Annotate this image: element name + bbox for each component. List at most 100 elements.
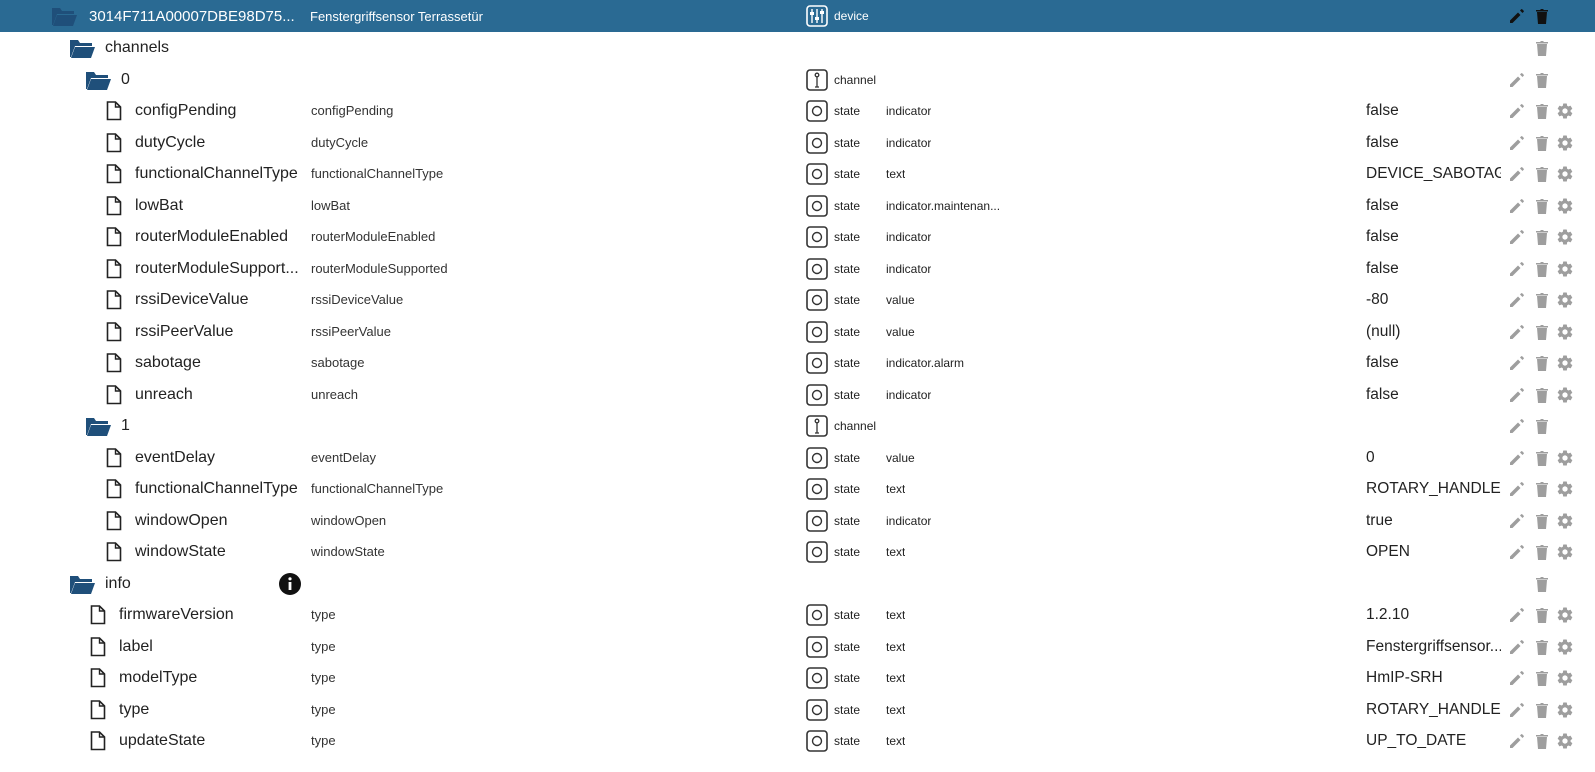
state-value[interactable]: ROTARY_HANDLE...: [1366, 479, 1501, 499]
gear-icon[interactable]: [1556, 638, 1574, 656]
gear-icon[interactable]: [1556, 197, 1574, 215]
edit-icon[interactable]: [1508, 480, 1526, 498]
gear-icon[interactable]: [1556, 606, 1574, 624]
state-value[interactable]: 0: [1366, 448, 1375, 468]
gear-icon[interactable]: [1556, 260, 1574, 278]
state-value[interactable]: false: [1366, 196, 1399, 216]
tree-row[interactable]: windowOpen windowOpen state indicator true: [0, 505, 1595, 537]
edit-icon[interactable]: [1508, 512, 1526, 530]
state-value[interactable]: false: [1366, 101, 1399, 121]
delete-icon[interactable]: [1533, 575, 1551, 593]
delete-icon[interactable]: [1533, 386, 1551, 404]
edit-icon[interactable]: [1508, 102, 1526, 120]
tree-row[interactable]: lowBat lowBat state indicator.maintenan... f…: [0, 190, 1595, 222]
delete-icon[interactable]: [1533, 260, 1551, 278]
tree-row[interactable]: type type state text ROTARY_HANDLE...: [0, 694, 1595, 726]
delete-icon[interactable]: [1533, 323, 1551, 341]
edit-icon[interactable]: [1508, 638, 1526, 656]
gear-icon[interactable]: [1556, 701, 1574, 719]
edit-icon[interactable]: [1508, 386, 1526, 404]
gear-icon[interactable]: [1556, 354, 1574, 372]
delete-icon[interactable]: [1533, 701, 1551, 719]
delete-icon[interactable]: [1533, 512, 1551, 530]
folder-open-icon[interactable]: [68, 572, 96, 596]
tree-row[interactable]: label type state text Fenstergriffsensor...: [0, 631, 1595, 663]
delete-icon[interactable]: [1533, 732, 1551, 750]
edit-icon[interactable]: [1508, 197, 1526, 215]
gear-icon[interactable]: [1556, 512, 1574, 530]
edit-icon[interactable]: [1508, 7, 1526, 25]
tree-row[interactable]: routerModuleSupport... routerModuleSuppor…: [0, 253, 1595, 285]
tree-row[interactable]: modelType type state text HmIP-SRH: [0, 662, 1595, 694]
delete-icon[interactable]: [1533, 228, 1551, 246]
tree-row[interactable]: channels: [0, 32, 1595, 64]
state-value[interactable]: false: [1366, 385, 1399, 405]
tree-row[interactable]: configPending configPending state indicator…: [0, 95, 1595, 127]
edit-icon[interactable]: [1508, 71, 1526, 89]
delete-icon[interactable]: [1533, 39, 1551, 57]
delete-icon[interactable]: [1533, 480, 1551, 498]
edit-icon[interactable]: [1508, 354, 1526, 372]
delete-icon[interactable]: [1533, 134, 1551, 152]
delete-icon[interactable]: [1533, 165, 1551, 183]
tree-row[interactable]: 1 channel: [0, 410, 1595, 442]
tree-row[interactable]: windowState windowState state text OPEN: [0, 536, 1595, 568]
delete-icon[interactable]: [1533, 71, 1551, 89]
gear-icon[interactable]: [1556, 228, 1574, 246]
tree-row[interactable]: eventDelay eventDelay state value 0: [0, 442, 1595, 474]
tree-row[interactable]: dutyCycle dutyCycle state indicator false: [0, 127, 1595, 159]
edit-icon[interactable]: [1508, 669, 1526, 687]
state-value[interactable]: 1.2.10: [1366, 605, 1409, 625]
state-value[interactable]: true: [1366, 511, 1393, 531]
device-row[interactable]: 3014F711A00007DBE98D75... Fenstergriffse…: [0, 0, 1595, 32]
tree-row[interactable]: functionalChannelType functionalChannelTy…: [0, 158, 1595, 190]
edit-icon[interactable]: [1508, 701, 1526, 719]
state-value[interactable]: false: [1366, 259, 1399, 279]
state-value[interactable]: false: [1366, 353, 1399, 373]
folder-open-icon[interactable]: [84, 414, 112, 438]
tree-row[interactable]: sabotage sabotage state indicator.alarm fals…: [0, 347, 1595, 379]
gear-icon[interactable]: [1556, 732, 1574, 750]
gear-icon[interactable]: [1556, 386, 1574, 404]
tree-row[interactable]: 0 channel: [0, 64, 1595, 96]
folder-open-icon[interactable]: [68, 36, 96, 60]
state-value[interactable]: ROTARY_HANDLE...: [1366, 700, 1501, 720]
folder-open-icon[interactable]: [50, 4, 78, 28]
edit-icon[interactable]: [1508, 260, 1526, 278]
tree-row[interactable]: unreach unreach state indicator false: [0, 379, 1595, 411]
state-value[interactable]: false: [1366, 133, 1399, 153]
state-value[interactable]: DEVICE_SABOTAGE: [1366, 164, 1501, 184]
state-value[interactable]: OPEN: [1366, 542, 1410, 562]
gear-icon[interactable]: [1556, 449, 1574, 467]
state-value[interactable]: Fenstergriffsensor...: [1366, 637, 1501, 657]
edit-icon[interactable]: [1508, 291, 1526, 309]
delete-icon[interactable]: [1533, 638, 1551, 656]
tree-row[interactable]: firmwareVersion type state text 1.2.10: [0, 599, 1595, 631]
tree-row[interactable]: info: [0, 568, 1595, 600]
delete-icon[interactable]: [1533, 354, 1551, 372]
gear-icon[interactable]: [1556, 323, 1574, 341]
delete-icon[interactable]: [1533, 102, 1551, 120]
edit-icon[interactable]: [1508, 732, 1526, 750]
edit-icon[interactable]: [1508, 165, 1526, 183]
edit-icon[interactable]: [1508, 449, 1526, 467]
info-icon[interactable]: [278, 572, 302, 596]
edit-icon[interactable]: [1508, 606, 1526, 624]
gear-icon[interactable]: [1556, 102, 1574, 120]
delete-icon[interactable]: [1533, 449, 1551, 467]
delete-icon[interactable]: [1533, 669, 1551, 687]
delete-icon[interactable]: [1533, 197, 1551, 215]
tree-row[interactable]: rssiPeerValue rssiPeerValue state value (nul…: [0, 316, 1595, 348]
state-value[interactable]: false: [1366, 227, 1399, 247]
edit-icon[interactable]: [1508, 417, 1526, 435]
delete-icon[interactable]: [1533, 291, 1551, 309]
edit-icon[interactable]: [1508, 323, 1526, 341]
edit-icon[interactable]: [1508, 228, 1526, 246]
tree-row[interactable]: rssiDeviceValue rssiDeviceValue state value…: [0, 284, 1595, 316]
gear-icon[interactable]: [1556, 134, 1574, 152]
gear-icon[interactable]: [1556, 543, 1574, 561]
gear-icon[interactable]: [1556, 291, 1574, 309]
tree-row[interactable]: updateState type state text UP_TO_DATE: [0, 725, 1595, 757]
gear-icon[interactable]: [1556, 165, 1574, 183]
delete-icon[interactable]: [1533, 606, 1551, 624]
